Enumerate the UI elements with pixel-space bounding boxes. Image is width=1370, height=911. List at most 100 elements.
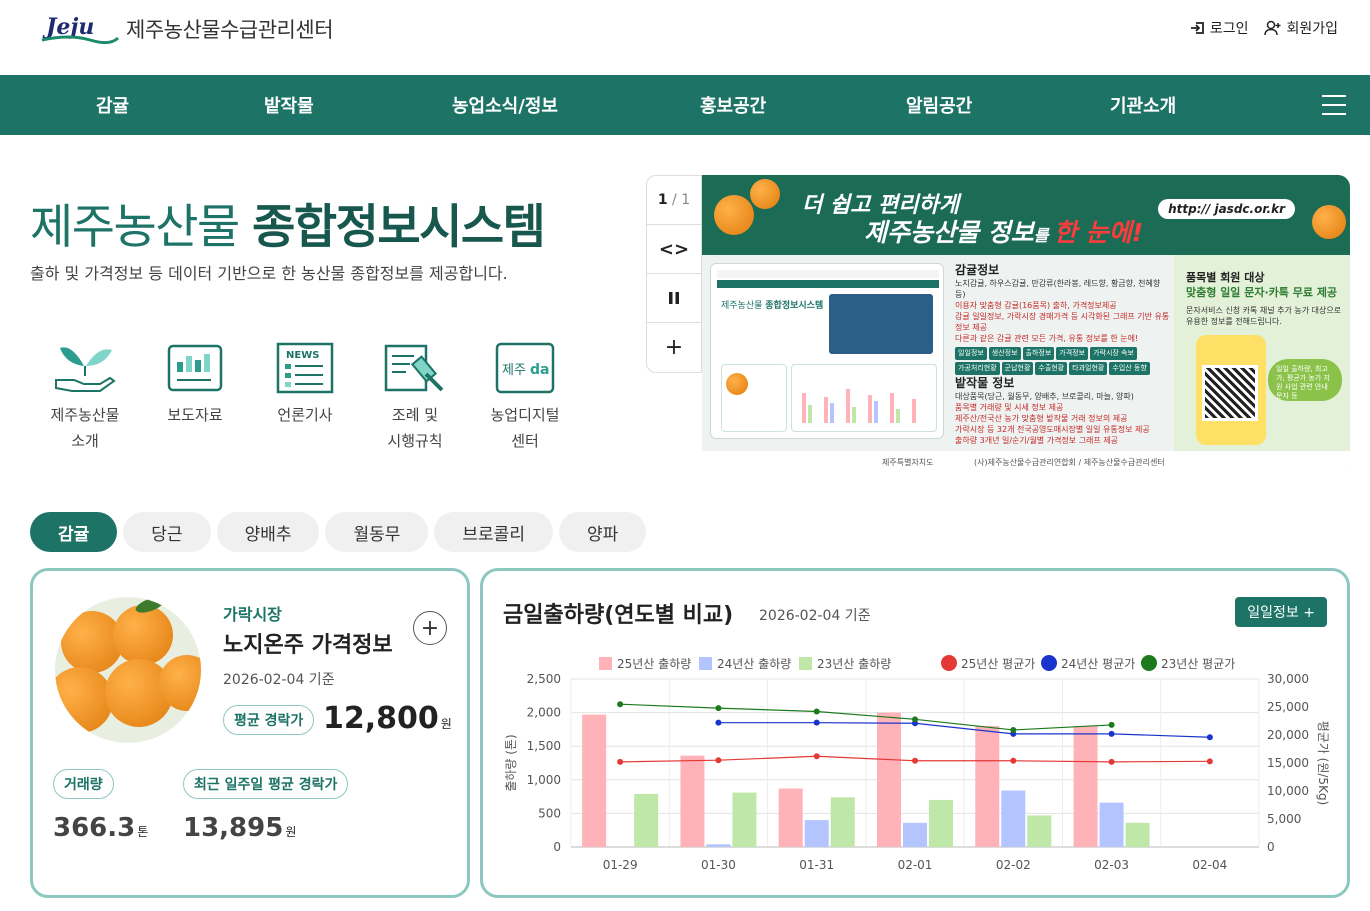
price-date: 2026-02-04 기준	[223, 672, 335, 688]
y2-tick-label: 15,000	[1267, 756, 1309, 770]
nav-item-promotion[interactable]: 홍보공간	[700, 92, 766, 118]
nav-item-field-crops[interactable]: 밭작물	[264, 92, 314, 118]
y2-tick-label: 20,000	[1267, 728, 1309, 742]
site-name[interactable]: 제주농산물수급관리센터	[126, 14, 334, 44]
login-link[interactable]: 로그인	[1190, 18, 1248, 38]
slide-more-button[interactable]: +	[647, 323, 701, 372]
signup-link[interactable]: 회원가입	[1264, 18, 1338, 38]
x-tick-label: 01-31	[799, 858, 834, 872]
quick-link-digital-center[interactable]: 제주 da 농업디지털 센터	[470, 340, 580, 454]
pause-icon	[669, 292, 679, 304]
shipment-chart: 25년산 출하량 24년산 출하량 23년산 출하량 25년산 평균가 24년산 평균가…	[504, 655, 1330, 872]
x-tick-label: 02-03	[1094, 858, 1129, 872]
preview-chart-card	[791, 364, 937, 432]
quick-link-intro[interactable]: 제주농산물 소개	[30, 340, 140, 454]
side-bubble: 일일 출하량, 최고가, 평균가 농가 지원 사업 관련 안내 문자 등	[1268, 359, 1342, 401]
jeju-da-icon: 제주 da	[495, 342, 555, 394]
y2-tick-label: 5,000	[1267, 812, 1301, 826]
tab-citrus[interactable]: 감귤	[30, 512, 118, 552]
field-point: 가락시장 등 32개 전국공영도매시장별 일일 유통정보 제공	[955, 425, 1150, 434]
preview-banner	[829, 294, 933, 354]
quick-link-articles[interactable]: NEWS 언론기사	[250, 340, 360, 454]
qr-code	[1202, 365, 1258, 421]
banner-info: 감귤정보 노지감귤, 하우스감귤, 만감류(한라봉, 레드향, 황금향, 천혜향…	[955, 263, 1173, 446]
quick-link-press[interactable]: 보도자료	[140, 340, 250, 454]
citrus-tag: 군납현황	[1001, 362, 1034, 375]
y-tick-label: 500	[538, 806, 561, 820]
tab-carrot[interactable]: 당근	[123, 512, 211, 552]
side-title: 품목별 회원 대상	[1186, 271, 1265, 284]
chart-point	[617, 758, 624, 765]
quick-link-label: 제주농산물 소개	[50, 406, 120, 450]
promo-banner[interactable]: 더 쉽고 편리하게 제주농산물 정보를 한 눈에! http:// jasdc.…	[702, 175, 1350, 473]
x-tick-label: 01-29	[603, 858, 638, 872]
y2-tick-label: 25,000	[1267, 700, 1309, 714]
legend-label: 24년산 평균가	[1061, 657, 1135, 671]
prev-next-button[interactable]: <>	[647, 225, 701, 274]
x-tick-label: 01-30	[701, 858, 736, 872]
legend-label: 24년산 출하량	[717, 657, 791, 671]
field-point: 출하량 3개년 일/순기/월별 가격정보 그래프 제공	[955, 436, 1119, 445]
citrus-tag: 수출현황	[1035, 362, 1068, 375]
nav-item-news[interactable]: 농업소식/정보	[452, 92, 558, 118]
daily-info-button[interactable]: 일일정보 +	[1235, 597, 1327, 627]
chart-point	[617, 701, 624, 708]
chart-bar	[804, 820, 829, 847]
legend-label: 25년산 평균가	[961, 657, 1035, 671]
price-more-button[interactable]: +	[413, 611, 447, 645]
chart-bar	[634, 793, 659, 847]
chart-bar	[1073, 726, 1098, 847]
citrus-tag: 타과일현황	[1069, 362, 1108, 375]
x-tick-label: 02-02	[996, 858, 1031, 872]
y-tick-label: 1,500	[527, 739, 561, 753]
citrus-info-desc: 노지감귤, 하우스감귤, 만감류(한라봉, 레드향, 황금향, 천혜향 등)	[955, 279, 1161, 299]
citrus-point: 감귤 일일정보, 가락시장 경매가격 등 시각화된 그래프 기반 유통정보 제공	[955, 312, 1170, 332]
citrus-tag: 가락시장 속보	[1090, 347, 1137, 360]
preview-price-card	[721, 364, 787, 432]
legend-label: 23년산 출하량	[817, 657, 891, 671]
news-icon: NEWS	[276, 342, 334, 394]
jeju-logo[interactable]: Jeju	[40, 10, 120, 46]
tab-cabbage[interactable]: 양배추	[216, 512, 320, 552]
legend-marker	[941, 655, 957, 671]
banner-footer-left: 제주특별자치도	[882, 458, 934, 467]
site-preview-image: 제주농산물 종합정보시스템	[710, 263, 944, 439]
volume-value: 366.3 톤	[53, 813, 149, 843]
login-icon	[1190, 22, 1204, 34]
legend-marker	[1041, 655, 1057, 671]
chart-bar	[680, 755, 705, 847]
nav-item-citrus[interactable]: 감귤	[96, 92, 129, 118]
tab-broccoli[interactable]: 브로콜리	[434, 512, 553, 552]
y2-tick-label: 10,000	[1267, 784, 1309, 798]
chart-bar	[778, 788, 803, 847]
slide-separator: /	[672, 192, 677, 208]
user-links: 로그인 회원가입	[1190, 18, 1338, 38]
product-name: 노지온주 가격정보	[223, 633, 393, 658]
pause-button[interactable]	[647, 274, 701, 323]
chart-point	[715, 757, 722, 764]
menu-icon[interactable]	[1322, 95, 1346, 115]
slide-current: 1	[657, 192, 668, 208]
tab-onion[interactable]: 양파	[558, 512, 647, 552]
quick-links: 제주농산물 소개 보도자료 NEWS 언론기사 조례 및 시행규칙 제주 da …	[30, 340, 580, 454]
plant-hand-icon	[55, 347, 116, 392]
legend-label: 25년산 출하량	[617, 657, 691, 671]
nav-item-notice[interactable]: 알림공간	[906, 92, 972, 118]
market-name: 가락시장	[223, 605, 282, 624]
citrus-tag: 가공처리현황	[955, 362, 1000, 375]
quick-link-ordinance[interactable]: 조례 및 시행규칙	[360, 340, 470, 454]
chart-point	[1108, 721, 1115, 728]
citrus-tag: 가격정보	[1056, 347, 1089, 360]
citrus-tag: 일일정보	[955, 347, 987, 360]
slider-controls: 1 / 1 <> +	[646, 175, 702, 373]
tab-winter-radish[interactable]: 월동무	[325, 512, 429, 552]
page-title: 제주농산물 종합정보시스템	[30, 188, 546, 257]
svg-text:제주: 제주	[502, 363, 526, 378]
orange-decoration	[714, 195, 754, 235]
slide-counter: 1 / 1	[647, 176, 701, 225]
nav-item-about[interactable]: 기관소개	[1110, 92, 1176, 118]
x-tick-label: 02-04	[1192, 858, 1227, 872]
y-tick-label: 2,500	[527, 672, 561, 686]
title-normal: 제주농산물	[30, 200, 253, 255]
chart-point	[813, 708, 820, 715]
